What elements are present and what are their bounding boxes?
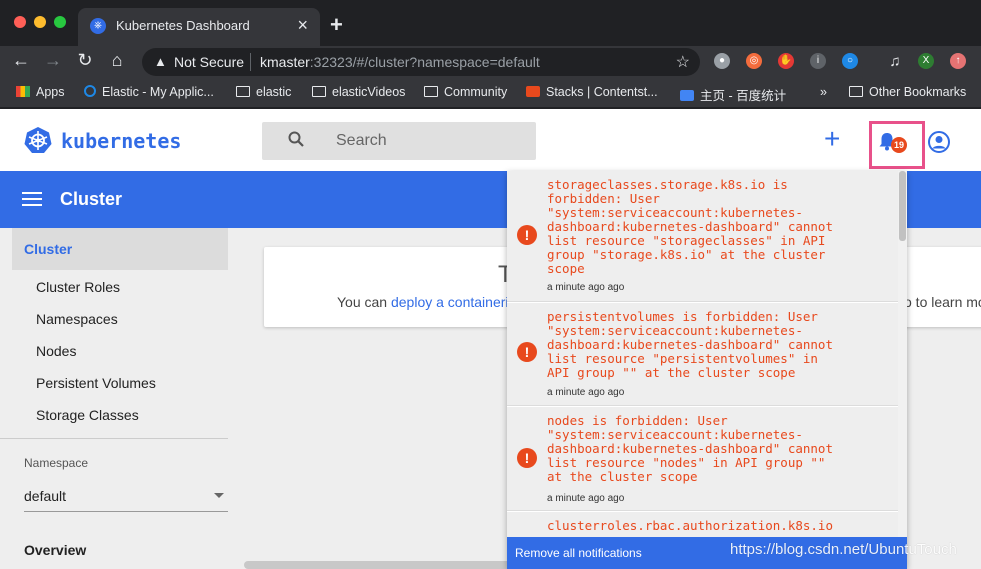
maximize-window-button[interactable] (54, 16, 66, 28)
notification-time: a minute ago ago (547, 493, 625, 504)
url-host: kmaster (260, 54, 310, 70)
elastic-icon (84, 85, 96, 97)
back-arrow-icon[interactable]: ← (10, 50, 32, 71)
sidebar-item-overview[interactable]: Overview (24, 542, 86, 558)
folder-icon (312, 86, 326, 97)
extension-ring-icon[interactable]: ○ (842, 53, 858, 69)
remove-all-label: Remove all notifications (515, 546, 642, 560)
not-secure-label[interactable]: Not Secure (174, 54, 244, 70)
extension-lifebuoy-icon[interactable]: ◎ (746, 53, 762, 69)
bookmark-elastic-app[interactable]: Elastic - My Applic... (84, 85, 214, 99)
bookmarks-overflow-chevron[interactable]: » (820, 85, 827, 99)
url-text[interactable]: kmaster:32323/#/cluster?namespace=defaul… (260, 54, 540, 70)
bookmark-baidu-stats[interactable]: 主页 - 百度统计 (680, 85, 786, 104)
extension-info-icon[interactable]: i (810, 53, 826, 69)
card-description-suffix: o to learn more (904, 294, 981, 310)
sidebar-item-cluster-label[interactable]: Cluster (24, 241, 72, 257)
notifications-scrollbar[interactable] (898, 171, 907, 537)
card-text-prefix: You can (337, 294, 391, 310)
address-bar[interactable]: ▲ Not Secure kmaster:32323/#/cluster?nam… (142, 48, 700, 76)
search-input[interactable]: Search (262, 122, 536, 160)
deploy-app-link[interactable]: deploy a containeri (391, 294, 509, 310)
minimize-window-button[interactable] (34, 16, 46, 28)
notification-item[interactable]: ! storageclasses.storage.k8s.io is forbi… (507, 171, 898, 302)
bookmark-community-folder[interactable]: Community (424, 85, 507, 99)
bookmark-other-folder[interactable]: Other Bookmarks (849, 85, 966, 99)
close-window-button[interactable] (14, 16, 26, 28)
browser-toolbar: ← → ↻ ⌂ ▲ Not Secure kmaster:32323/#/clu… (0, 46, 981, 78)
tab-title: Kubernetes Dashboard (116, 18, 250, 33)
extension-hand-icon[interactable]: ✋ (778, 53, 794, 69)
folder-icon (424, 86, 438, 97)
search-icon (288, 131, 304, 147)
media-queue-icon[interactable]: ♫ (884, 53, 906, 70)
card-description: You can deploy a containeri (337, 294, 509, 310)
apps-grid-icon (16, 86, 30, 97)
sidebar-nav: Cluster Cluster Roles Namespaces Nodes P… (0, 228, 240, 569)
kubernetes-favicon-icon: ⎈ (90, 18, 106, 34)
url-separator (250, 53, 251, 71)
error-icon: ! (517, 448, 537, 468)
notification-time: a minute ago ago (547, 387, 625, 398)
brand-name[interactable]: kubernetes (61, 129, 181, 153)
bookmark-stacks[interactable]: Stacks | Contentst... (526, 85, 658, 99)
reload-icon[interactable]: ↻ (74, 50, 96, 71)
error-icon: ! (517, 225, 537, 245)
notification-time: a minute ago ago (547, 282, 625, 293)
warning-icon[interactable]: ▲ (154, 54, 167, 69)
kubernetes-logo-icon[interactable] (24, 126, 52, 154)
contentstack-icon (526, 86, 540, 97)
sidebar-item-storage-classes[interactable]: Storage Classes (36, 407, 139, 423)
account-circle-icon[interactable] (928, 131, 950, 153)
bookmarks-bar: Apps Elastic - My Applic... elastic elas… (0, 78, 981, 108)
error-icon: ! (517, 342, 537, 362)
browser-tab[interactable]: ⎈ Kubernetes Dashboard × (78, 8, 320, 46)
notification-message: storageclasses.storage.k8s.io is forbidd… (547, 177, 833, 276)
tab-close-icon[interactable]: × (297, 15, 308, 36)
notification-item[interactable]: ! persistentvolumes is forbidden: User "… (507, 303, 898, 406)
sidebar-item-persistent-volumes[interactable]: Persistent Volumes (36, 375, 156, 391)
profile-x-icon[interactable]: X (918, 53, 934, 69)
watermark-text: https://blog.csdn.net/UbuntuTouch (730, 541, 957, 558)
sidebar-item-nodes[interactable]: Nodes (36, 343, 76, 359)
sidebar-item-namespaces[interactable]: Namespaces (36, 311, 118, 327)
folder-icon (849, 86, 863, 97)
folder-icon (236, 86, 250, 97)
forward-arrow-icon[interactable]: → (42, 50, 64, 71)
namespace-value: default (24, 488, 67, 504)
section-title: Cluster (60, 189, 123, 209)
notification-message: clusterroles.rbac.authorization.k8s.io (547, 518, 833, 533)
browser-tab-strip: ⎈ Kubernetes Dashboard × + (0, 0, 981, 46)
notification-message: persistentvolumes is forbidden: User "sy… (547, 309, 833, 380)
bookmark-elastic-folder[interactable]: elastic (236, 85, 291, 99)
sidebar-item-cluster-roles[interactable]: Cluster Roles (36, 279, 120, 295)
notification-item[interactable]: ! nodes is forbidden: User "system:servi… (507, 407, 898, 511)
home-icon[interactable]: ⌂ (106, 50, 128, 71)
namespace-label: Namespace (24, 456, 89, 470)
bookmark-elasticvideos-folder[interactable]: elasticVideos (312, 85, 405, 99)
create-resource-button[interactable]: + (824, 123, 840, 155)
dashboard-page: kubernetes Search + 19 Cluster Cluster C… (0, 109, 981, 569)
sidebar-divider (0, 438, 228, 439)
notification-message: nodes is forbidden: User "system:service… (547, 413, 833, 484)
notification-count-badge: 19 (891, 137, 907, 153)
search-placeholder: Search (336, 132, 387, 149)
app-header: kubernetes Search + 19 (0, 109, 981, 171)
new-tab-button[interactable]: + (330, 12, 343, 38)
extension-upload-icon[interactable]: ↑ (950, 53, 966, 69)
url-path: :32323/#/cluster?namespace=default (309, 54, 540, 70)
scrollbar-thumb[interactable] (899, 171, 906, 241)
namespace-select[interactable]: default (24, 486, 228, 512)
bookmark-apps[interactable]: Apps (16, 85, 65, 99)
chart-icon (680, 90, 694, 101)
bookmark-star-icon[interactable]: ☆ (676, 52, 690, 72)
chevron-down-icon (214, 493, 224, 498)
notifications-panel: ! storageclasses.storage.k8s.io is forbi… (507, 171, 907, 569)
menu-icon[interactable] (22, 192, 42, 210)
extension-circle-icon[interactable]: ● (714, 53, 730, 69)
